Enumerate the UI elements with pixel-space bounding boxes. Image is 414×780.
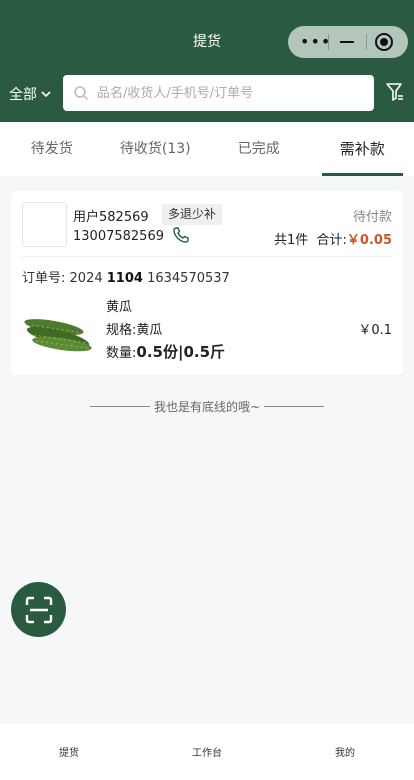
order-status: 待付款 xyxy=(352,210,392,225)
order-total: 共1件 合计:￥0.05 xyxy=(274,229,392,248)
phone-icon[interactable] xyxy=(172,226,190,244)
header: 提货 ••• 全部 xyxy=(0,0,414,122)
capsule-divider xyxy=(328,34,329,50)
search-input[interactable] xyxy=(97,85,357,101)
end-of-list: 我也是有底线的哦~ xyxy=(0,398,414,415)
divider-line xyxy=(264,406,325,407)
filter-dropdown-label: 全部 xyxy=(9,87,37,103)
scan-icon xyxy=(25,596,52,623)
tab-completed[interactable]: 已完成 xyxy=(207,122,311,176)
product-name: 黄瓜 xyxy=(106,300,133,315)
product-price: ￥0.1 xyxy=(358,323,392,338)
filter-dropdown[interactable]: 全部 xyxy=(9,84,52,104)
tabbar-pickup[interactable]: 提货 xyxy=(0,724,138,780)
end-of-list-text: 我也是有底线的哦~ xyxy=(153,400,261,414)
item-count: 共1件 xyxy=(273,233,309,248)
more-dots-icon[interactable]: ••• xyxy=(300,34,331,50)
order-number-part1: 2024 xyxy=(69,271,103,286)
tabbar-workbench[interactable]: 工作台 xyxy=(138,724,276,780)
order-number-part2: 1104 xyxy=(106,271,143,286)
capsule-divider xyxy=(366,34,367,50)
product-image xyxy=(24,319,92,352)
total-label: 合计: xyxy=(316,233,347,248)
quantity-value: 0.5份|0.5斤 xyxy=(136,343,226,361)
refund-badge: 多退少补 xyxy=(162,204,223,225)
order-number-part3: 1634570537 xyxy=(147,271,230,286)
tab-pending-receipt[interactable]: 待收货(13) xyxy=(104,122,208,176)
chevron-down-icon xyxy=(41,91,51,98)
total-price: ￥0.05 xyxy=(346,233,392,248)
user-phone: 13007582569 xyxy=(73,229,164,244)
spec-label: 规格: xyxy=(106,323,137,338)
target-icon[interactable] xyxy=(375,33,393,51)
spec-value: 黄瓜 xyxy=(136,323,163,338)
product-quantity: 数量:0.5份|0.5斤 xyxy=(106,341,225,362)
divider xyxy=(22,256,392,257)
quantity-label: 数量: xyxy=(106,346,137,361)
funnel-filter-icon[interactable] xyxy=(386,82,404,102)
order-status-tabs: 待发货 待收货(13) 已完成 需补款 xyxy=(0,122,414,176)
search-icon xyxy=(74,86,89,101)
product-spec: 规格:黄瓜 xyxy=(106,319,162,338)
scan-button[interactable] xyxy=(11,582,66,637)
mini-program-capsule[interactable]: ••• xyxy=(288,26,408,58)
order-number-label: 订单号: xyxy=(22,271,66,286)
bottom-tabbar: 提货 工作台 我的 xyxy=(0,724,414,780)
order-number: 订单号: 2024 1104 1634570537 xyxy=(22,267,230,286)
tab-pending-shipment[interactable]: 待发货 xyxy=(0,122,104,176)
tab-needs-payment[interactable]: 需补款 xyxy=(311,122,414,176)
avatar xyxy=(22,202,67,247)
minimize-icon[interactable] xyxy=(340,41,354,43)
user-name: 用户582569 xyxy=(73,210,149,225)
search-box[interactable] xyxy=(63,75,374,111)
tabbar-mine[interactable]: 我的 xyxy=(276,724,414,780)
order-card[interactable]: 用户582569 多退少补 13007582569 待付款 共1件 合计:￥0.… xyxy=(11,191,403,375)
divider-line xyxy=(89,406,150,407)
